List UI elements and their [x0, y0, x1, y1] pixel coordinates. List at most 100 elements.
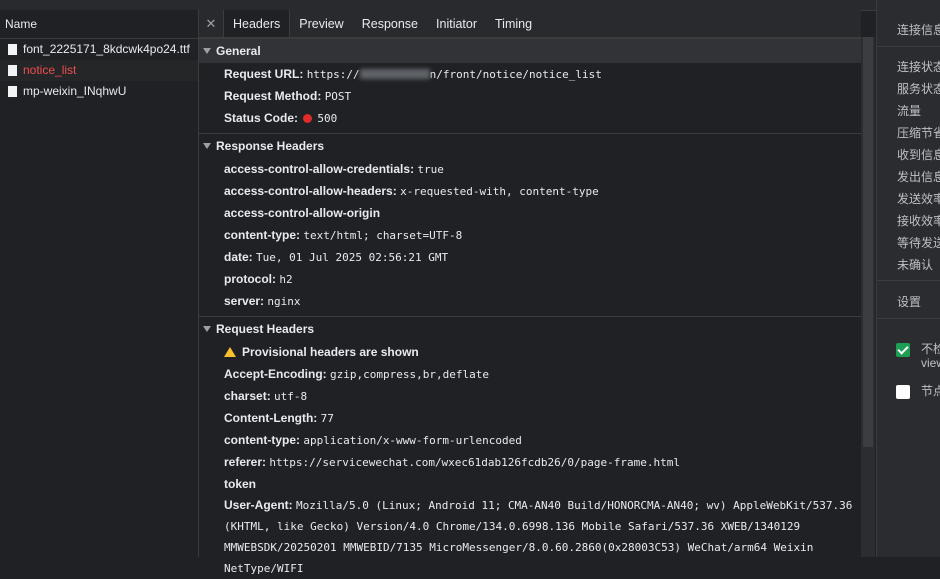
header-key: content-type: [224, 433, 300, 447]
request-name: font_2225171_8kdcwk4po24.ttf [23, 42, 190, 56]
name-column-header[interactable]: Name [0, 10, 198, 39]
header-key: Content-Length: [224, 411, 318, 425]
header-row: content-type: application/x-www-form-url… [199, 429, 861, 451]
request-row[interactable]: font_2225171_8kdcwk4po24.ttf [0, 39, 198, 60]
provisional-warning: Provisional headers are shown [199, 341, 861, 363]
panel-title: 连接信息 [897, 23, 940, 37]
info-label: 压缩节省 [897, 126, 940, 140]
status-code-value: 500 [317, 112, 338, 125]
header-row: access-control-allow-headers: x-requeste… [199, 180, 861, 202]
header-value: Mozilla/5.0 (Linux; Android 11; CMA-AN40… [224, 499, 853, 575]
tab-initiator[interactable]: Initiator [427, 10, 486, 37]
chevron-down-icon [203, 143, 211, 149]
header-key: date: [224, 250, 253, 264]
header-key: access-control-allow-credentials: [224, 162, 415, 176]
divider [877, 318, 940, 319]
request-name: mp-weixin_INqhwU [23, 84, 127, 98]
header-row: access-control-allow-origin [199, 202, 861, 224]
file-icon [8, 44, 17, 55]
header-key: charset: [224, 389, 271, 403]
checkbox-unchecked[interactable] [896, 385, 910, 399]
tab-headers[interactable]: Headers [223, 10, 291, 37]
request-headers-section-header[interactable]: Request Headers [199, 316, 861, 341]
option-label: 不检查 [921, 342, 940, 356]
header-value: POST [324, 90, 352, 103]
header-value: true [417, 163, 444, 176]
info-label: 流量 [897, 104, 922, 118]
info-label: 服务状态 [897, 82, 940, 96]
header-key: Status Code: [224, 111, 299, 125]
info-label: 发送效率 [897, 192, 940, 206]
header-row: charset: utf-8 [199, 385, 861, 407]
header-key: server: [224, 294, 265, 308]
section-title: General [216, 44, 261, 58]
header-row: Accept-Encoding: gzip,compress,br,deflat… [199, 363, 861, 385]
header-value: https://servicewechat.com/wxec61dab126fc… [269, 456, 680, 469]
close-icon[interactable]: ✕ [199, 10, 223, 37]
info-label: 收到信息 [897, 148, 940, 162]
header-key: Request URL: [224, 67, 304, 81]
request-name: notice_list [23, 63, 77, 77]
header-row: date: Tue, 01 Jul 2025 02:56:21 GMT [199, 246, 861, 268]
header-row: token [199, 473, 861, 495]
request-row[interactable]: mp-weixin_INqhwU [0, 81, 198, 102]
divider [877, 280, 940, 281]
status-code-row: Status Code: 500 [199, 107, 861, 129]
section-title: Request Headers [216, 322, 315, 336]
request-detail-panel: ✕ Headers Preview Response Initiator Tim… [199, 10, 861, 575]
header-key: User-Agent: [224, 498, 293, 512]
header-value: h2 [279, 273, 293, 286]
header-key: access-control-allow-origin [224, 206, 381, 220]
chevron-down-icon [203, 326, 211, 332]
option-label: 节点 [921, 384, 940, 398]
settings-title: 设置 [897, 295, 922, 309]
request-method-row: Request Method: POST [199, 85, 861, 107]
checkbox-checked[interactable] [896, 343, 910, 357]
header-row: access-control-allow-credentials: true [199, 158, 861, 180]
info-label: 等待发送 [897, 236, 940, 250]
response-headers-section-header[interactable]: Response Headers [199, 133, 861, 158]
header-key: content-type: [224, 228, 300, 242]
request-list: Name font_2225171_8kdcwk4po24.ttf notice… [0, 10, 199, 557]
header-key: Request Method: [224, 89, 322, 103]
header-value: utf-8 [274, 390, 308, 403]
vertical-scrollbar[interactable] [861, 37, 875, 557]
tab-preview[interactable]: Preview [290, 10, 352, 37]
header-row: content-type: text/html; charset=UTF-8 [199, 224, 861, 246]
header-value: x-requested-with, content-type [400, 185, 599, 198]
scrollbar-thumb[interactable] [863, 37, 873, 447]
warning-text: Provisional headers are shown [242, 345, 419, 359]
header-key: protocol: [224, 272, 276, 286]
detail-tabs: ✕ Headers Preview Response Initiator Tim… [199, 10, 861, 38]
info-label: 发出信息 [897, 170, 940, 184]
header-row: referer: https://servicewechat.com/wxec6… [199, 451, 861, 473]
header-row: server: nginx [199, 290, 861, 312]
chevron-down-icon [203, 48, 211, 54]
header-key: Accept-Encoding: [224, 367, 327, 381]
info-label: 连接状态 [897, 60, 940, 74]
warning-icon [224, 347, 236, 357]
tab-timing[interactable]: Timing [486, 10, 541, 37]
info-label: 未确认 [897, 258, 934, 272]
option-label-line2: view [921, 356, 940, 370]
header-row: protocol: h2 [199, 268, 861, 290]
header-key: access-control-allow-headers: [224, 184, 397, 198]
redacted-host [359, 69, 430, 79]
header-key: referer: [224, 455, 267, 469]
connection-info-panel: 连接信息 连接状态 服务状态 流量 压缩节省 收到信息 发出信息 发送效率 接收… [876, 0, 940, 557]
request-url-prefix: https:// [306, 68, 360, 81]
header-value: Tue, 01 Jul 2025 02:56:21 GMT [256, 251, 449, 264]
header-value: text/html; charset=UTF-8 [303, 229, 463, 242]
general-section-header[interactable]: General [199, 38, 861, 63]
header-value: nginx [267, 295, 301, 308]
request-row-selected[interactable]: notice_list [0, 60, 198, 81]
request-url-suffix: n/front/notice/notice_list [429, 68, 602, 81]
header-value: gzip,compress,br,deflate [330, 368, 489, 381]
file-icon [8, 86, 17, 97]
user-agent-row: User-Agent: Mozilla/5.0 (Linux; Android … [199, 495, 861, 579]
header-value: application/x-www-form-urlencoded [303, 434, 522, 447]
header-value: 77 [320, 412, 334, 425]
tab-response[interactable]: Response [353, 10, 427, 37]
info-label: 接收效率 [897, 214, 940, 228]
divider [877, 46, 940, 47]
